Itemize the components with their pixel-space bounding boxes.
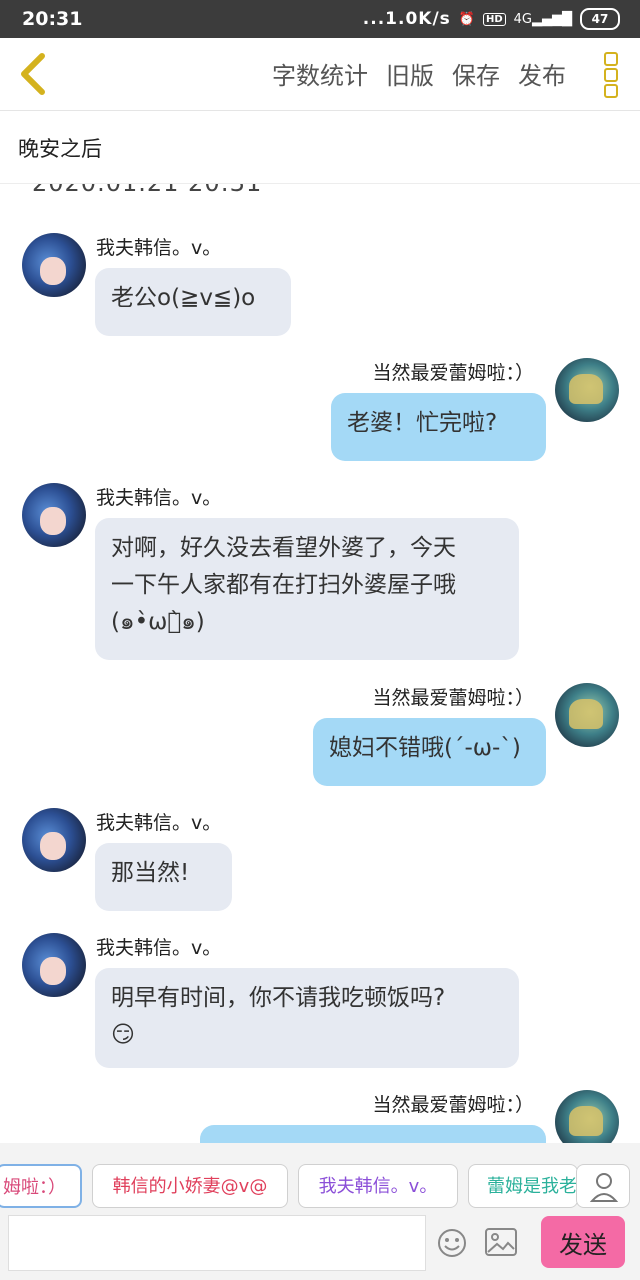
chat-area[interactable]: 2020.01.21 20:31 我夫韩信。v。 老公o(≧v≦)o 当然最爱蕾… bbox=[0, 183, 640, 1143]
message-bubble[interactable]: 明早有时间，你不请我吃顿饭吗? 😏 bbox=[95, 968, 519, 1068]
message-input[interactable] bbox=[8, 1215, 426, 1271]
character-manage-button[interactable] bbox=[576, 1164, 630, 1208]
chat-message: 当然最爱蕾姆啦：） 媳妇不错哦(´-ω-`) bbox=[0, 683, 640, 793]
more-dot-icon bbox=[604, 68, 618, 82]
sender-name: 当然最爱蕾姆啦：） bbox=[372, 687, 534, 709]
message-bubble[interactable]: 老公o(≧v≦)o bbox=[95, 268, 291, 336]
input-bar: 发送 bbox=[0, 1211, 640, 1280]
avatar[interactable] bbox=[555, 1090, 619, 1143]
page-title[interactable]: 晚安之后 bbox=[18, 133, 102, 163]
character-chips-bar[interactable]: 姆啦：） 韩信的小娇妻@v@ 我夫韩信。v。 蕾姆是我老 bbox=[0, 1143, 640, 1211]
chat-message: 当然最爱蕾姆啦：） bbox=[0, 1090, 640, 1143]
publish-button[interactable]: 发布 bbox=[518, 56, 566, 91]
character-chip[interactable]: 姆啦：） bbox=[0, 1164, 82, 1208]
alarm-icon: ⏰ bbox=[458, 11, 475, 27]
message-line: 那当然! bbox=[111, 860, 190, 886]
chat-message: 我夫韩信。v。 那当然! bbox=[0, 808, 640, 918]
sender-name: 当然最爱蕾姆啦：） bbox=[372, 362, 534, 384]
network-speed: 1.0K/s bbox=[385, 9, 451, 29]
toolbar-actions: 字数统计 旧版 保存 发布 bbox=[272, 56, 566, 91]
network-activity: ...1.0K/s bbox=[362, 9, 451, 29]
message-bubble[interactable]: 媳妇不错哦(´-ω-`) bbox=[313, 718, 546, 786]
chat-message: 我夫韩信。v。 明早有时间，你不请我吃顿饭吗? 😏 bbox=[0, 933, 640, 1073]
message-line: 一下午人家都有在打扫外婆屋子哦 bbox=[111, 572, 456, 598]
avatar[interactable] bbox=[22, 808, 86, 872]
avatar[interactable] bbox=[22, 483, 86, 547]
top-toolbar: 字数统计 旧版 保存 发布 bbox=[0, 38, 640, 111]
smiley-icon bbox=[438, 1229, 466, 1257]
sender-name: 我夫韩信。v。 bbox=[96, 812, 222, 834]
more-dot-icon bbox=[604, 84, 618, 98]
avatar[interactable] bbox=[555, 683, 619, 747]
person-icon bbox=[589, 1173, 619, 1202]
avatar[interactable] bbox=[22, 233, 86, 297]
character-chip[interactable]: 韩信的小娇妻@v@ bbox=[92, 1164, 288, 1208]
more-menu-button[interactable] bbox=[604, 52, 618, 98]
hd-badge: HD bbox=[482, 12, 506, 26]
status-indicators: ...1.0K/s ⏰ HD 4G▂▄▆█ 47 bbox=[363, 8, 620, 30]
sender-name: 我夫韩信。v。 bbox=[96, 937, 222, 959]
message-line: 对啊，好久没去看望外婆了，今天 bbox=[111, 535, 456, 561]
status-time: 20:31 bbox=[22, 8, 83, 30]
message-bubble[interactable]: 那当然! bbox=[95, 843, 232, 911]
character-chip[interactable]: 我夫韩信。v。 bbox=[298, 1164, 458, 1208]
chat-message: 我夫韩信。v。 对啊，好久没去看望外婆了，今天 一下午人家都有在打扫外婆屋子哦 … bbox=[0, 483, 640, 663]
message-bubble[interactable]: 老婆！忙完啦? bbox=[331, 393, 546, 461]
sender-name: 我夫韩信。v。 bbox=[96, 487, 222, 509]
avatar[interactable] bbox=[22, 933, 86, 997]
chat-message: 我夫韩信。v。 老公o(≧v≦)o bbox=[0, 233, 640, 343]
message-line: (๑•̀ωก̀๑) bbox=[111, 609, 205, 635]
avatar[interactable] bbox=[555, 358, 619, 422]
image-icon bbox=[485, 1228, 517, 1256]
signal-label: 4G bbox=[513, 11, 532, 27]
message-line: 明早有时间，你不请我吃顿饭吗? bbox=[111, 985, 446, 1011]
chat-message: 当然最爱蕾姆啦：） 老婆！忙完啦? bbox=[0, 358, 640, 468]
back-button[interactable] bbox=[14, 52, 54, 96]
message-bubble[interactable] bbox=[200, 1125, 546, 1143]
send-button[interactable]: 发送 bbox=[541, 1216, 625, 1268]
chevron-left-icon bbox=[21, 53, 45, 95]
save-button[interactable]: 保存 bbox=[452, 56, 500, 91]
message-bubble[interactable]: 对啊，好久没去看望外婆了，今天 一下午人家都有在打扫外婆屋子哦 (๑•̀ωก̀๑… bbox=[95, 518, 519, 660]
title-bar: 晚安之后 bbox=[0, 111, 640, 184]
sender-name: 我夫韩信。v。 bbox=[96, 237, 222, 259]
emoji-button[interactable] bbox=[436, 1227, 468, 1259]
more-dot-icon bbox=[604, 52, 618, 66]
character-chip[interactable]: 蕾姆是我老 bbox=[468, 1164, 578, 1208]
image-button[interactable] bbox=[484, 1227, 518, 1257]
message-line: 老婆！忙完啦? bbox=[347, 410, 498, 436]
old-version-button[interactable]: 旧版 bbox=[386, 56, 434, 91]
message-line: 😏 bbox=[111, 1022, 135, 1048]
battery-icon: 47 bbox=[580, 8, 620, 30]
message-line: 媳妇不错哦(´-ω-`) bbox=[329, 735, 521, 761]
signal-icon: 4G▂▄▆█ bbox=[513, 11, 572, 27]
word-count-button[interactable]: 字数统计 bbox=[272, 56, 368, 91]
status-bar: 20:31 ...1.0K/s ⏰ HD 4G▂▄▆█ 47 bbox=[0, 0, 640, 38]
date-stamp: 2020.01.21 20:31 bbox=[32, 183, 263, 197]
sender-name: 当然最爱蕾姆啦：） bbox=[372, 1094, 534, 1116]
message-line: 老公o(≧v≦)o bbox=[111, 285, 256, 311]
